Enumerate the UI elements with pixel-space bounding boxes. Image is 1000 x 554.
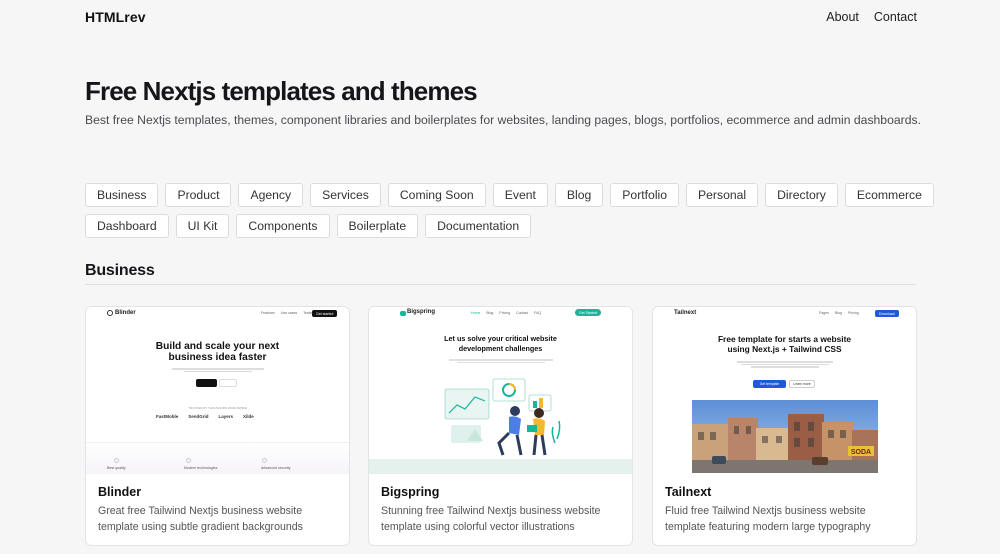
card-description: Great free Tailwind Nextjs business webs… bbox=[98, 505, 303, 533]
preview-primary-button: Get template bbox=[753, 380, 786, 388]
preview-link: Home bbox=[471, 311, 481, 315]
preview-headline: Free template for starts a website using… bbox=[653, 334, 916, 354]
preview-navbar: Blinder Features Use cases Testimonials … bbox=[86, 307, 349, 321]
tag-business[interactable]: Business bbox=[85, 183, 159, 207]
preview-secondary-button bbox=[219, 379, 237, 387]
preview-nav-button: Download bbox=[875, 310, 899, 317]
preview-link: Blog bbox=[486, 311, 494, 315]
preview-client-logos: FastMoble SendGrid Layers Xilde bbox=[156, 414, 254, 419]
main-nav: About Contact bbox=[826, 10, 917, 24]
preview-client-logo: Layers bbox=[218, 414, 234, 419]
preview-headline-line-1: Let us solve your critical website bbox=[444, 334, 557, 343]
preview-headline-line-2: development challenges bbox=[458, 344, 543, 353]
feature-icon bbox=[262, 458, 267, 463]
tag-product[interactable]: Product bbox=[165, 183, 232, 207]
preview-client-logo: FastMoble bbox=[156, 414, 179, 419]
preview-link: Use cases bbox=[280, 311, 298, 315]
preview-logo: Tailnext bbox=[674, 310, 697, 316]
tag-row-2: Dashboard UI Kit Components Boilerplate … bbox=[85, 214, 915, 238]
preview-link: FAQ bbox=[534, 311, 542, 315]
tag-ecommerce[interactable]: Ecommerce bbox=[844, 183, 934, 207]
template-preview[interactable]: Blinder Features Use cases Testimonials … bbox=[86, 307, 349, 474]
preview-secondary-button: Learn more bbox=[789, 380, 815, 388]
preview-link: Pricing bbox=[499, 311, 511, 315]
preview-link: Blog bbox=[834, 311, 842, 315]
tag-directory[interactable]: Directory bbox=[765, 183, 838, 207]
tag-components[interactable]: Components bbox=[236, 214, 330, 238]
preview-headline-line-2: using Next.js + Tailwind CSS bbox=[727, 343, 842, 354]
section-divider bbox=[85, 284, 916, 285]
preview-links: Home Blog Pricing Contact FAQ bbox=[471, 311, 541, 315]
preview-link: Pages bbox=[819, 311, 829, 315]
card-description: Stunning free Tailwind Nextjs business w… bbox=[381, 505, 601, 533]
template-card-blinder[interactable]: Blinder Features Use cases Testimonials … bbox=[85, 306, 350, 546]
preview-navbar: Bigspring Home Blog Pricing Contact FAQ … bbox=[369, 307, 632, 321]
feature-icon bbox=[186, 458, 191, 463]
preview-photo-sign: SODA bbox=[851, 449, 871, 456]
site-logo[interactable]: HTMLrev bbox=[85, 9, 146, 25]
preview-headline: Let us solve your critical website devel… bbox=[369, 334, 632, 354]
preview-navbar: Tailnext Pages Blog Pricing Download bbox=[653, 307, 916, 321]
preview-subtext-lines bbox=[737, 360, 833, 369]
preview-links: Pages Blog Pricing bbox=[819, 311, 859, 315]
preview-client-logo: Xilde bbox=[243, 414, 254, 419]
tag-personal[interactable]: Personal bbox=[686, 183, 759, 207]
page-title: Free Nextjs templates and themes bbox=[85, 76, 478, 106]
page-subtitle: Best free Nextjs templates, themes, comp… bbox=[85, 113, 921, 127]
card-title[interactable]: Blinder bbox=[98, 485, 141, 499]
preview-primary-button-label: Get template bbox=[759, 382, 780, 386]
tag-boilerplate[interactable]: Boilerplate bbox=[336, 214, 419, 238]
section-title: Business bbox=[85, 262, 155, 279]
feature-icon bbox=[114, 458, 119, 463]
preview-secondary-button-label: Learn more bbox=[793, 382, 811, 386]
tag-blog[interactable]: Blog bbox=[554, 183, 604, 207]
preview-link: Pricing bbox=[847, 311, 859, 315]
tag-row-1: Business Product Agency Services Coming … bbox=[85, 183, 934, 207]
preview-nav-button: Get Started bbox=[575, 309, 601, 316]
tag-agency[interactable]: Agency bbox=[238, 183, 304, 207]
preview-logo-icon bbox=[400, 311, 406, 316]
tag-portfolio[interactable]: Portfolio bbox=[610, 183, 680, 207]
preview-hero-photo: SODA bbox=[692, 400, 878, 473]
preview-illustration bbox=[444, 378, 561, 456]
tag-services[interactable]: Services bbox=[310, 183, 381, 207]
preview-link: Features bbox=[261, 311, 275, 315]
tag-documentation[interactable]: Documentation bbox=[425, 214, 532, 238]
nav-link-about[interactable]: About bbox=[826, 10, 859, 24]
card-title[interactable]: Tailnext bbox=[665, 485, 711, 499]
template-preview[interactable]: Tailnext Pages Blog Pricing Download Fre… bbox=[653, 307, 916, 474]
preview-feature: Modern technologies bbox=[184, 466, 218, 470]
tag-coming-soon[interactable]: Coming Soon bbox=[387, 183, 486, 207]
preview-subtext-lines bbox=[445, 358, 557, 364]
tag-event[interactable]: Event bbox=[492, 183, 548, 207]
preview-subtext-lines bbox=[164, 367, 272, 373]
preview-floor-band bbox=[369, 459, 632, 474]
preview-feature: Best quality bbox=[107, 466, 126, 470]
preview-primary-button bbox=[196, 379, 217, 387]
preview-feature: Advanced security bbox=[261, 466, 291, 470]
preview-logo-icon bbox=[107, 310, 113, 316]
template-preview[interactable]: Bigspring Home Blog Pricing Contact FAQ … bbox=[369, 307, 632, 474]
preview-client-logo: SendGrid bbox=[188, 414, 209, 419]
preview-nav-button: Get started bbox=[312, 310, 338, 317]
template-card-bigspring[interactable]: Bigspring Home Blog Pricing Contact FAQ … bbox=[368, 306, 633, 546]
preview-logo: Blinder bbox=[115, 310, 136, 316]
card-title[interactable]: Bigspring bbox=[381, 485, 439, 499]
tag-ui-kit[interactable]: UI Kit bbox=[175, 214, 230, 238]
template-card-tailnext[interactable]: Tailnext Pages Blog Pricing Download Fre… bbox=[652, 306, 917, 546]
category-filter: Business Product Agency Services Coming … bbox=[85, 183, 934, 245]
top-navbar: HTMLrev About Contact bbox=[0, 0, 1000, 36]
preview-link: Contact bbox=[516, 311, 529, 315]
preview-headline: Build and scale your next business idea … bbox=[86, 341, 349, 363]
preview-headline-line-1: Build and scale your next bbox=[155, 341, 280, 352]
preview-trust-text: TRUSTED BY THOUSANDS WORLDWIDE bbox=[188, 406, 247, 410]
preview-logo: Bigspring bbox=[407, 309, 435, 315]
nav-link-contact[interactable]: Contact bbox=[874, 10, 917, 24]
preview-headline-line-2: business idea faster bbox=[168, 352, 267, 363]
tag-dashboard[interactable]: Dashboard bbox=[85, 214, 169, 238]
card-description: Fluid free Tailwind Nextjs business webs… bbox=[665, 505, 871, 533]
